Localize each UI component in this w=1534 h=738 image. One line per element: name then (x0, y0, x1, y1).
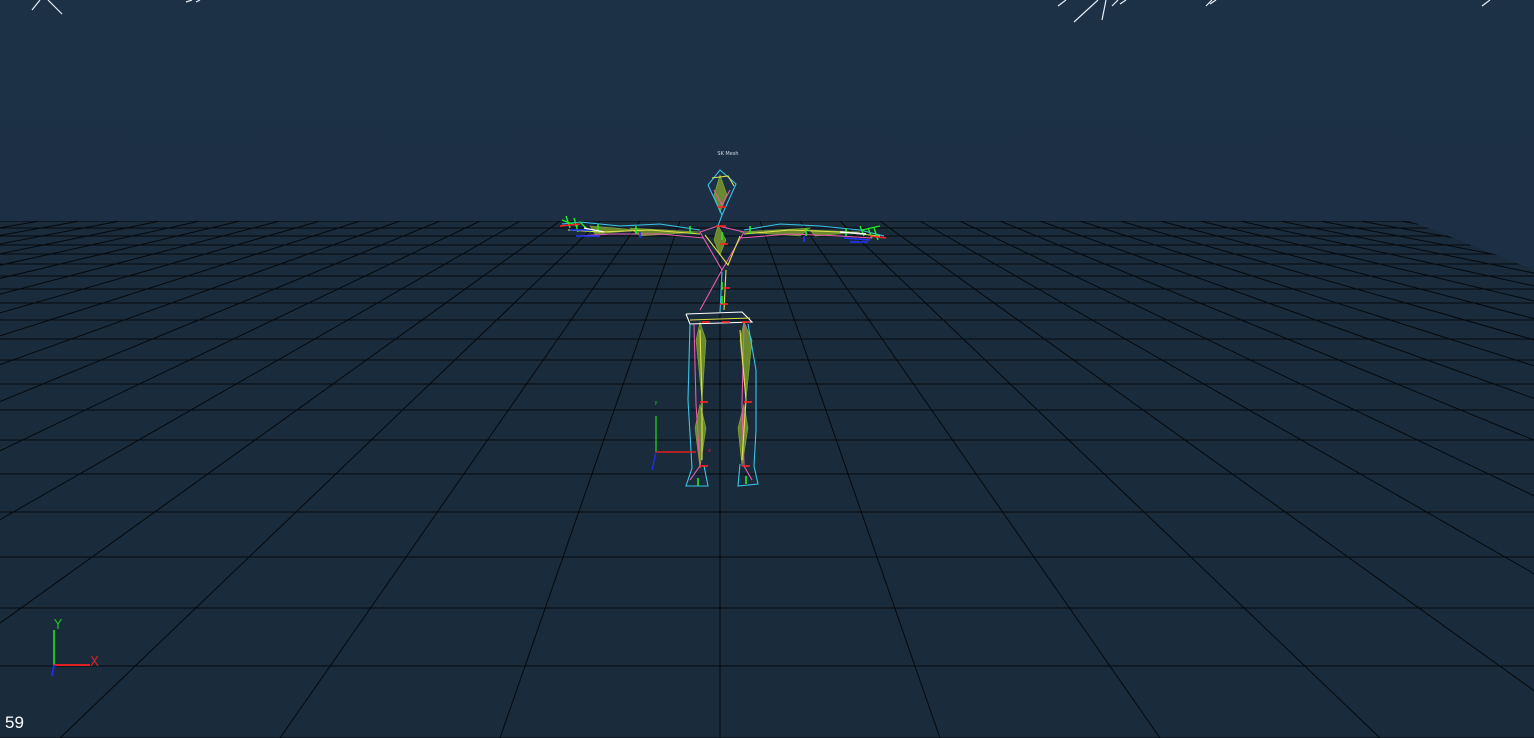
axis-y-label: Y (53, 618, 62, 633)
floor-plane (0, 221, 1534, 738)
skeleton-name-label: SK Mesh (717, 151, 738, 157)
pivot-y-label: y (655, 400, 658, 406)
fps-counter: 59 (5, 713, 24, 732)
axis-x-label: X (90, 655, 99, 670)
viewport-canvas[interactable]: SK Mesh y x Y X (0, 0, 1534, 738)
3d-viewport[interactable]: SK Mesh y x Y X 59 (0, 0, 1534, 738)
pivot-x-label: x (708, 448, 711, 454)
